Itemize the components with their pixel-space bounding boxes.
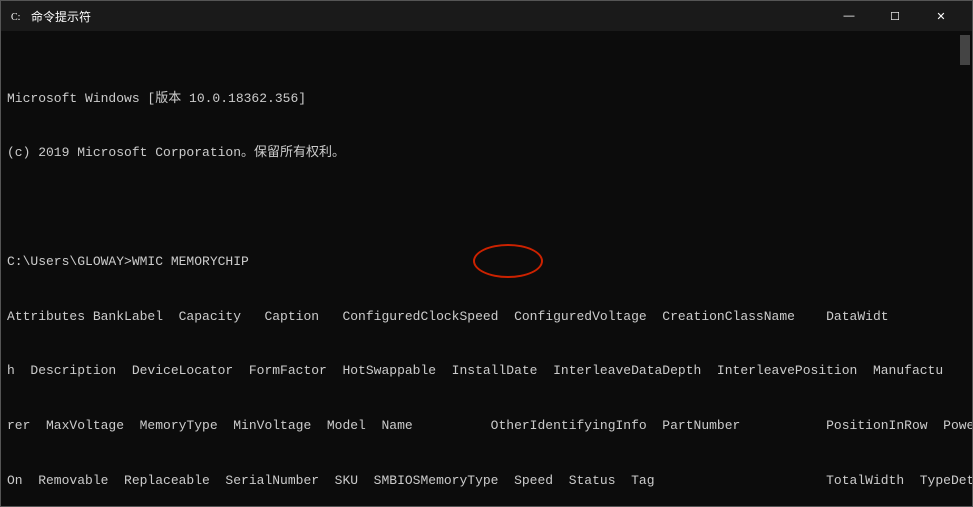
terminal-line-3 [7,199,966,217]
window-title: 命令提示符 [31,8,91,25]
title-bar-buttons: — ☐ ✕ [826,1,964,31]
svg-text:C:: C: [11,12,20,23]
terminal-line-4: C:\Users\GLOWAY>WMIC MEMORYCHIP [7,253,966,271]
close-button[interactable]: ✕ [918,1,964,31]
restore-button[interactable]: ☐ [872,1,918,31]
title-bar-left: C: 命令提示符 [9,8,91,25]
terminal-line-6: h Description DeviceLocator FormFactor H… [7,362,966,380]
cmd-window: C: 命令提示符 — ☐ ✕ Microsoft Windows [版本 10.… [0,0,973,507]
terminal-line-5: Attributes BankLabel Capacity Caption Co… [7,308,966,326]
terminal-line-2: (c) 2019 Microsoft Corporation。保留所有权利。 [7,144,966,162]
scrollbar[interactable] [960,35,970,65]
terminal-line-8: On Removable Replaceable SerialNumber SK… [7,472,966,490]
cmd-icon: C: [9,8,25,24]
terminal-line-1: Microsoft Windows [版本 10.0.18362.356] [7,90,966,108]
title-bar: C: 命令提示符 — ☐ ✕ [1,1,972,31]
terminal-output[interactable]: Microsoft Windows [版本 10.0.18362.356] (c… [1,31,972,506]
terminal-line-7: rer MaxVoltage MemoryType MinVoltage Mod… [7,417,966,435]
minimize-button[interactable]: — [826,1,872,31]
